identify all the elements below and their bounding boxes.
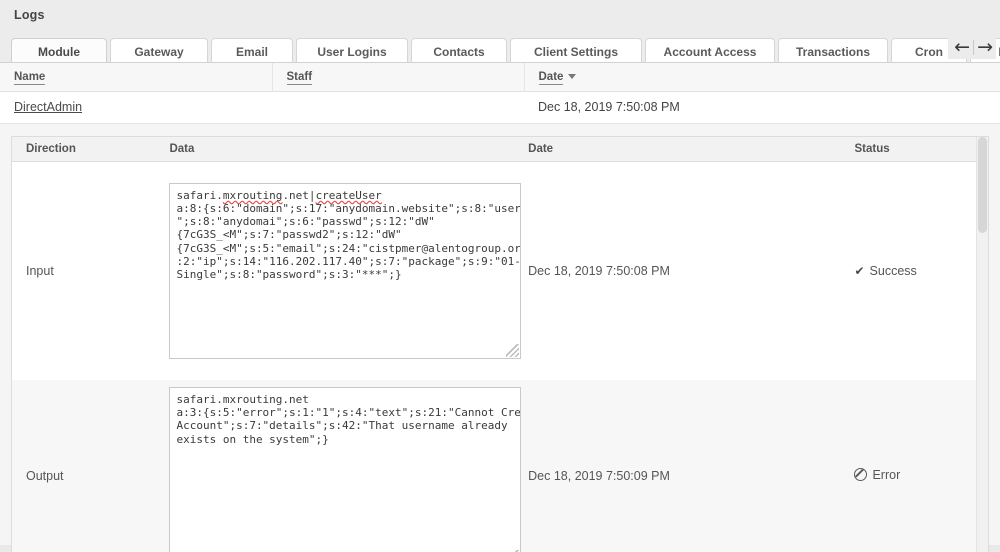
tab-user-logins[interactable]: User Logins: [296, 38, 408, 62]
status-badge-error: Error: [854, 468, 900, 482]
column-header-name[interactable]: Name: [0, 63, 273, 92]
tab-label: Email: [235, 45, 268, 59]
column-header-status: Status: [840, 137, 988, 162]
tab-scroll-controls: ← →: [948, 35, 996, 59]
table-row: Output safari.mxrouting.net a:3:{s:5:"er…: [12, 380, 988, 552]
cell-status: Error: [840, 380, 988, 552]
scrollbar-thumb[interactable]: [978, 137, 987, 233]
master-header-row: Name Staff Date: [0, 63, 1000, 92]
tab-list: Module Gateway Email User Logins Contact…: [11, 30, 1000, 62]
cell-date: Dec 18, 2019 7:50:09 PM: [514, 380, 841, 552]
tab-label: Gateway: [134, 45, 184, 59]
resize-handle-icon[interactable]: [506, 343, 520, 357]
arrow-left-icon[interactable]: ←: [951, 37, 973, 57]
detail-header-row: Direction Data Date Status: [12, 137, 988, 162]
cell-data: safari.mxrouting.net a:3:{s:5:"error";s:…: [155, 380, 522, 552]
tab-label: User Logins: [317, 45, 387, 59]
column-header-date: Date: [514, 137, 841, 162]
tab-gateway[interactable]: Gateway: [110, 38, 208, 62]
cell-direction: Output: [12, 380, 156, 552]
spellcheck-underline: createUser: [315, 188, 382, 202]
tab-label: Cron: [915, 45, 943, 59]
cell-name: DirectAdmin: [0, 91, 272, 124]
tab-label: Transactions: [795, 45, 871, 59]
sort-desc-caret-icon: [568, 74, 577, 79]
cell-date: Dec 18, 2019 7:50:08 PM: [524, 91, 1000, 124]
textarea-content: safari.mxrouting.net a:3:{s:5:"error";s:…: [176, 393, 521, 446]
direction-label-input: Input: [26, 263, 54, 278]
detail-vertical-scrollbar[interactable]: [976, 137, 988, 552]
data-textarea-input[interactable]: safari.mxrouting.net|createUser a:8:{s:6…: [169, 182, 522, 359]
tab-label: Module: [38, 45, 80, 59]
log-detail-container: Direction Data Date Status Input safari.…: [11, 136, 989, 552]
status-label: Success: [869, 263, 917, 278]
page-title: Logs: [14, 8, 45, 22]
spellcheck-underline: mxrouting: [222, 188, 283, 202]
cell-staff: [272, 91, 524, 124]
tab-module[interactable]: Module: [11, 38, 107, 62]
tab-client-settings[interactable]: Client Settings: [510, 38, 642, 62]
table-row[interactable]: DirectAdmin Dec 18, 2019 7:50:08 PM: [0, 91, 1000, 124]
logs-panel: Logs Module Gateway Email User Logins Co…: [0, 0, 1000, 552]
tab-account-access[interactable]: Account Access: [645, 38, 775, 62]
column-header-staff[interactable]: Staff: [272, 63, 525, 92]
status-badge-success: ✔ Success: [854, 264, 916, 278]
link-directadmin[interactable]: DirectAdmin: [14, 100, 82, 114]
log-detail-table: Direction Data Date Status Input safari.…: [12, 137, 988, 552]
tab-transactions[interactable]: Transactions: [778, 38, 888, 62]
textarea-content: safari.mxrouting.net|createUser a:8:{s:6…: [176, 188, 522, 281]
cell-status: ✔ Success: [840, 161, 988, 380]
column-header-direction: Direction: [12, 137, 156, 162]
direction-label-output: Output: [26, 469, 64, 483]
window-titlebar: Logs: [0, 0, 1000, 30]
tab-contacts[interactable]: Contacts: [411, 38, 507, 62]
column-header-date[interactable]: Date: [524, 63, 1000, 92]
tab-email[interactable]: Email: [211, 38, 293, 62]
data-textarea-output[interactable]: safari.mxrouting.net a:3:{s:5:"error";s:…: [169, 387, 522, 552]
cell-direction: Input: [12, 161, 156, 380]
column-header-data: Data: [155, 137, 515, 162]
tab-strip: Module Gateway Email User Logins Contact…: [0, 30, 1000, 63]
cell-data: safari.mxrouting.net|createUser a:8:{s:6…: [155, 161, 522, 380]
logs-master-table: Name Staff Date DirectAdmin Dec 18, 2019…: [0, 63, 1000, 124]
check-icon: ✔: [854, 263, 865, 278]
tab-label: Account Access: [663, 45, 757, 59]
table-row: Input safari.mxrouting.net|createUser a:…: [12, 161, 988, 380]
cell-date: Dec 18, 2019 7:50:08 PM: [514, 161, 841, 380]
arrow-right-icon[interactable]: →: [974, 37, 996, 57]
tab-label: Contacts: [433, 45, 485, 59]
status-label: Error: [872, 467, 901, 482]
tab-label: Client Settings: [533, 45, 618, 59]
ban-icon: [854, 468, 868, 482]
